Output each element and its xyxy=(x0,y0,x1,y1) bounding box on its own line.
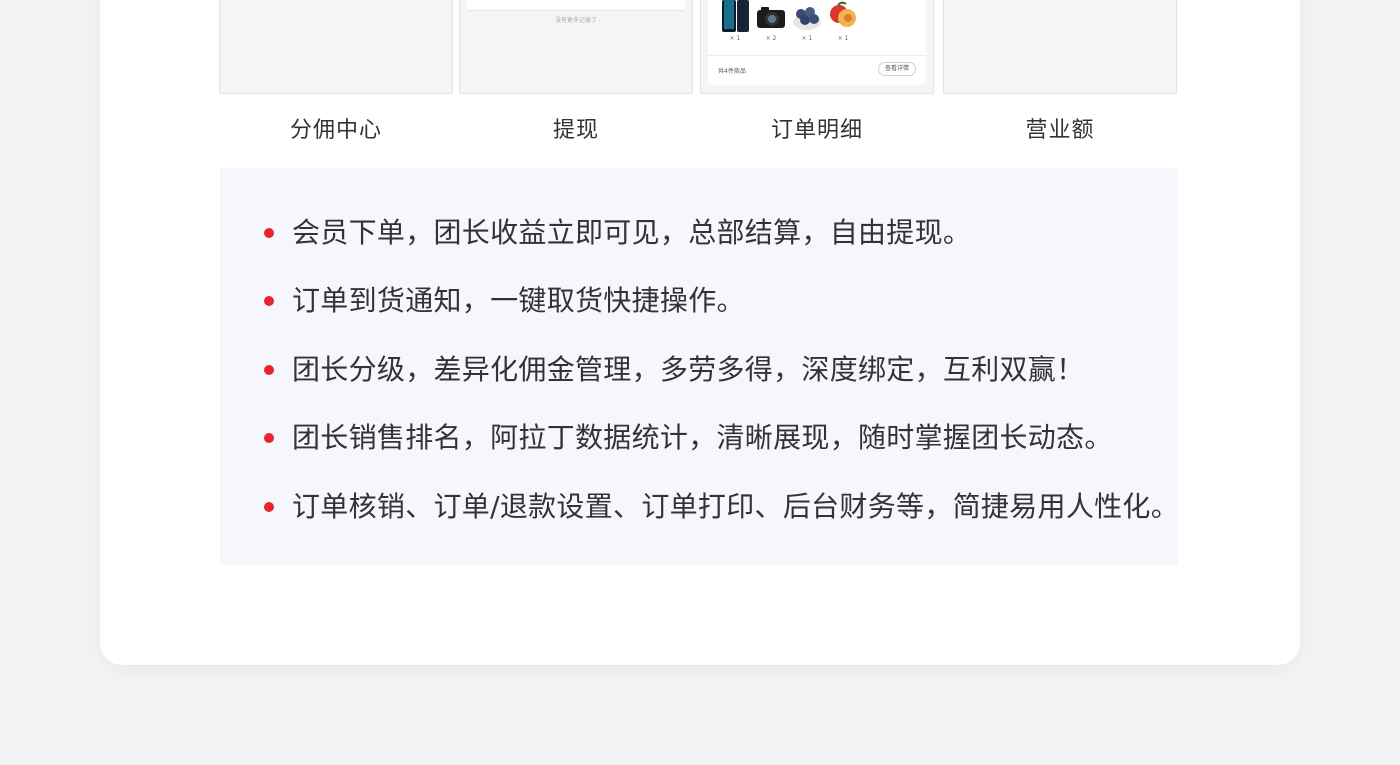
blueberry-product-image xyxy=(792,0,822,32)
divider xyxy=(708,55,926,56)
feature-list: 会员下单，团长收益立即可见，总部结算，自由提现。 订单到货通知，一键取货快捷操作… xyxy=(220,168,1180,565)
no-more-records-text: - 没有更多记录了 - xyxy=(550,17,602,24)
feature-text: 会员下单，团长收益立即可见，总部结算，自由提现。 xyxy=(292,216,972,249)
commission-center-label: 分佣中心 xyxy=(289,118,382,143)
feature-item: 会员下单，团长收益立即可见，总部结算，自由提现。 xyxy=(220,213,1178,253)
feature-text: 订单到货通知，一键取货快捷操作。 xyxy=(292,284,745,317)
order-detail-screenshot: × 1 × 2 × 1 × 1 共4件商品 查看详情 xyxy=(700,0,934,94)
feature-item: 团长销售排名，阿拉丁数据统计，清晰展现，随时掌握团长动态。 xyxy=(220,418,1178,458)
feature-item: 订单核销、订单/退款设置、订单打印、后台财务等，简捷易用人性化。 xyxy=(220,487,1180,527)
view-details-button[interactable]: 查看详情 xyxy=(877,62,916,76)
bullet-dot xyxy=(264,502,274,512)
bullet-dot xyxy=(264,228,274,238)
bullet-dot xyxy=(264,296,274,306)
phone-product-image xyxy=(720,0,750,32)
withdraw-label: 提现 xyxy=(552,118,599,143)
quantity-4: × 1 xyxy=(837,35,849,42)
quantity-2: × 2 xyxy=(765,35,777,42)
feature-item: 订单到货通知，一键取货快捷操作。 xyxy=(220,281,1178,321)
withdraw-screenshot: - 没有更多记录了 - xyxy=(459,0,693,94)
revenue-label: 营业额 xyxy=(1025,118,1095,143)
withdraw-record-box xyxy=(467,0,685,11)
feature-item: 团长分级，差异化佣金管理，多劳多得，深度绑定，互利双赢！ xyxy=(220,350,1178,390)
bullet-dot xyxy=(264,433,274,443)
commission-center-screenshot xyxy=(219,0,453,94)
quantity-1: × 1 xyxy=(729,35,741,42)
order-panel: × 1 × 2 × 1 × 1 共4件商品 查看详情 xyxy=(708,0,926,85)
revenue-screenshot xyxy=(943,0,1177,94)
feature-screenshots: 分佣中心 - 没有更多记录了 - 提现 × 1 × 2 × 1 × 1 共4件商… xyxy=(219,0,1178,150)
order-detail-label: 订单明细 xyxy=(770,118,863,143)
item-count-text: 共4件商品 xyxy=(718,68,746,75)
feature-text: 团长分级，差异化佣金管理，多劳多得，深度绑定，互利双赢！ xyxy=(292,353,1085,386)
peach-product-image xyxy=(828,0,858,32)
bullet-dot xyxy=(264,365,274,375)
feature-text: 团长销售排名，阿拉丁数据统计，清晰展现，随时掌握团长动态。 xyxy=(292,421,1113,454)
camera-product-image xyxy=(756,0,786,32)
quantity-3: × 1 xyxy=(801,35,813,42)
feature-text: 订单核销、订单/退款设置、订单打印、后台财务等，简捷易用人性化。 xyxy=(292,490,1180,523)
